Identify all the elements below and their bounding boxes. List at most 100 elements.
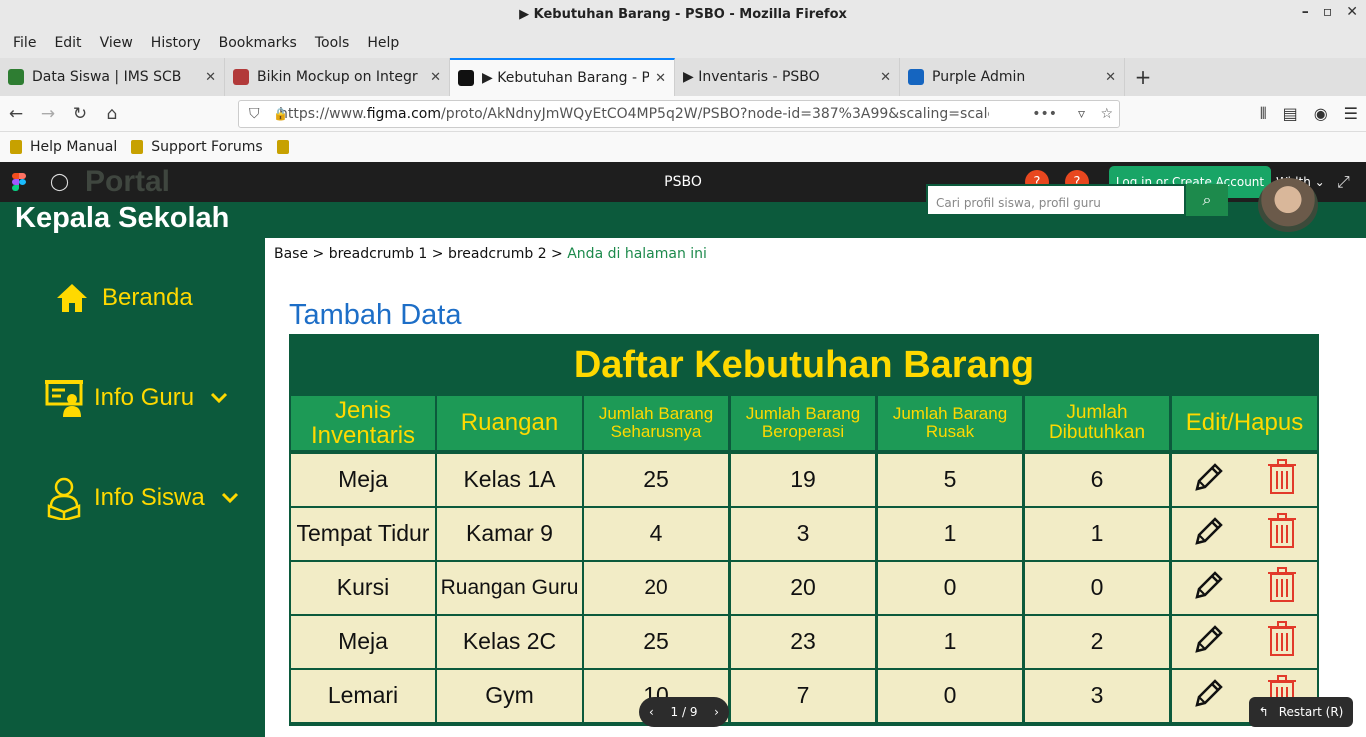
next-frame-icon[interactable]: › xyxy=(714,705,719,719)
table-cell-jenis: Meja xyxy=(291,616,435,668)
table-cell-beroperasi: 20 xyxy=(731,562,875,614)
reload-icon[interactable]: ↻ xyxy=(64,104,96,124)
window-titlebar: ▶ Kebutuhan Barang - PSBO - Mozilla Fire… xyxy=(0,0,1366,28)
minimize-icon[interactable]: – xyxy=(1302,4,1309,20)
header-edit-hapus: Edit/Hapus xyxy=(1172,396,1317,450)
breadcrumb-current: Anda di halaman ini xyxy=(567,246,707,262)
close-window-icon[interactable]: ✕ xyxy=(1346,4,1358,20)
sidebar-toggle-icon[interactable]: ▤ xyxy=(1283,104,1298,124)
tab-bikin-mockup[interactable]: Bikin Mockup on Integr ✕ xyxy=(225,58,450,96)
bookmarks-bar: Help Manual Support Forums xyxy=(0,132,1366,162)
bookmark-untitled[interactable] xyxy=(276,140,297,154)
teacher-icon xyxy=(44,378,84,418)
url-bar[interactable]: ⛉ 🔒 https://www.figma.com/proto/AkNdnyJm… xyxy=(238,100,1120,128)
sidebar-item-label: Info Guru xyxy=(94,384,195,411)
edit-icon[interactable] xyxy=(1193,461,1225,498)
search-icon[interactable]: ⌕ xyxy=(1186,184,1228,216)
pocket-icon[interactable]: ▿ xyxy=(1078,106,1085,122)
menu-history[interactable]: History xyxy=(142,35,210,51)
close-tab-icon[interactable]: ✕ xyxy=(1105,70,1116,85)
tab-favicon-icon xyxy=(458,70,474,86)
sidebar-item-info-siswa[interactable]: Info Siswa xyxy=(0,477,265,520)
bookmark-icon xyxy=(131,140,144,154)
close-tab-icon[interactable]: ✕ xyxy=(205,70,216,85)
new-tab-icon[interactable]: + xyxy=(1125,58,1161,96)
tab-label: Bikin Mockup on Integr xyxy=(257,69,418,85)
menu-help[interactable]: Help xyxy=(358,35,408,51)
bookmark-icon xyxy=(276,140,289,154)
tab-kebutuhan-barang[interactable]: ▶ Kebutuhan Barang - P ✕ xyxy=(450,58,675,96)
menu-bar: File Edit View History Bookmarks Tools H… xyxy=(0,28,1366,58)
maximize-icon[interactable]: ▫ xyxy=(1323,4,1333,20)
close-tab-icon[interactable]: ✕ xyxy=(880,70,891,85)
menu-view[interactable]: View xyxy=(91,35,142,51)
table-cell-beroperasi: 7 xyxy=(731,670,875,722)
table-cell-actions xyxy=(1172,562,1317,614)
tab-bar: Data Siswa | IMS SCB ✕ Bikin Mockup on I… xyxy=(0,58,1366,96)
table-cell-beroperasi: 3 xyxy=(731,508,875,560)
role-title: Kepala Sekolah xyxy=(15,202,230,234)
table-cell-jenis: Meja xyxy=(291,454,435,506)
tab-purple-admin[interactable]: Purple Admin ✕ xyxy=(900,58,1125,96)
menu-edit[interactable]: Edit xyxy=(45,35,90,51)
close-tab-icon[interactable]: ✕ xyxy=(430,70,441,85)
breadcrumb: Base > breadcrumb 1 > breadcrumb 2 > And… xyxy=(274,246,707,262)
table-cell-dibutuhkan: 3 xyxy=(1025,670,1169,722)
table-cell-rusak: 0 xyxy=(878,670,1022,722)
prototype-pager: ‹ 1 / 9 › xyxy=(639,697,729,727)
more-actions-icon[interactable]: ••• xyxy=(1032,106,1057,122)
table-cell-seharusnya: 25 xyxy=(584,616,728,668)
breadcrumb-path[interactable]: Base > breadcrumb 1 > breadcrumb 2 > xyxy=(274,246,567,262)
chevron-down-icon[interactable] xyxy=(210,388,228,409)
bookmark-star-icon[interactable]: ☆ xyxy=(1100,106,1113,122)
edit-icon[interactable] xyxy=(1193,569,1225,606)
table-cell-seharusnya: 25 xyxy=(584,454,728,506)
close-tab-icon[interactable]: ✕ xyxy=(655,71,666,86)
previous-frame-icon[interactable]: ‹ xyxy=(649,705,654,719)
tab-label: ▶ Inventaris - PSBO xyxy=(683,69,820,85)
sidebar-item-info-guru[interactable]: Info Guru xyxy=(0,378,265,418)
table-title: Daftar Kebutuhan Barang xyxy=(573,343,1035,386)
edit-icon[interactable] xyxy=(1193,677,1225,714)
header-beroperasi: Jumlah Barang Beroperasi xyxy=(731,396,875,450)
table-cell-dibutuhkan: 0 xyxy=(1025,562,1169,614)
home-nav-icon[interactable]: ⌂ xyxy=(96,104,128,124)
tambah-data-link[interactable]: Tambah Data xyxy=(289,299,462,332)
table-cell-dibutuhkan: 2 xyxy=(1025,616,1169,668)
account-icon[interactable]: ◉ xyxy=(1314,104,1328,124)
table-cell-beroperasi: 23 xyxy=(731,616,875,668)
table-cell-ruangan: Kamar 9 xyxy=(437,508,582,560)
table-cell-rusak: 5 xyxy=(878,454,1022,506)
sidebar-item-beranda[interactable]: Beranda xyxy=(0,278,265,318)
delete-icon[interactable] xyxy=(1267,459,1296,500)
forward-icon[interactable]: → xyxy=(32,104,64,124)
restart-button[interactable]: ↰ Restart (R) xyxy=(1249,697,1353,727)
shield-icon: ⛉ xyxy=(249,106,260,122)
table-cell-ruangan: Ruangan Guru xyxy=(437,562,582,614)
bookmark-support-forums[interactable]: Support Forums xyxy=(131,139,263,155)
inventory-table: Daftar Kebutuhan Barang Jenis Inventaris… xyxy=(289,334,1319,726)
menu-file[interactable]: File xyxy=(4,35,45,51)
library-icon[interactable]: ⫴ xyxy=(1260,104,1267,124)
delete-icon[interactable] xyxy=(1267,621,1296,662)
tab-data-siswa[interactable]: Data Siswa | IMS SCB ✕ xyxy=(0,58,225,96)
edit-icon[interactable] xyxy=(1193,515,1225,552)
hamburger-menu-icon[interactable]: ☰ xyxy=(1344,104,1358,124)
search-input[interactable]: Cari profil siswa, profil guru xyxy=(926,184,1186,216)
lock-icon: 🔒 xyxy=(273,107,288,121)
tab-inventaris[interactable]: ▶ Inventaris - PSBO ✕ xyxy=(675,58,900,96)
menu-bookmarks[interactable]: Bookmarks xyxy=(210,35,306,51)
chevron-down-icon[interactable] xyxy=(221,488,239,509)
menu-tools[interactable]: Tools xyxy=(306,35,359,51)
tab-label: Purple Admin xyxy=(932,69,1026,85)
delete-icon[interactable] xyxy=(1267,513,1296,554)
edit-icon[interactable] xyxy=(1193,623,1225,660)
bookmark-help-manual[interactable]: Help Manual xyxy=(10,139,117,155)
back-icon[interactable]: ← xyxy=(0,104,32,124)
delete-icon[interactable] xyxy=(1267,567,1296,608)
header-seharusnya: Jumlah Barang Seharusnya xyxy=(584,396,728,450)
fullscreen-icon[interactable]: ⤢ xyxy=(1337,172,1350,192)
avatar[interactable] xyxy=(1258,178,1318,232)
table-cell-actions xyxy=(1172,454,1317,506)
table-cell-jenis: Tempat Tidur xyxy=(291,508,435,560)
